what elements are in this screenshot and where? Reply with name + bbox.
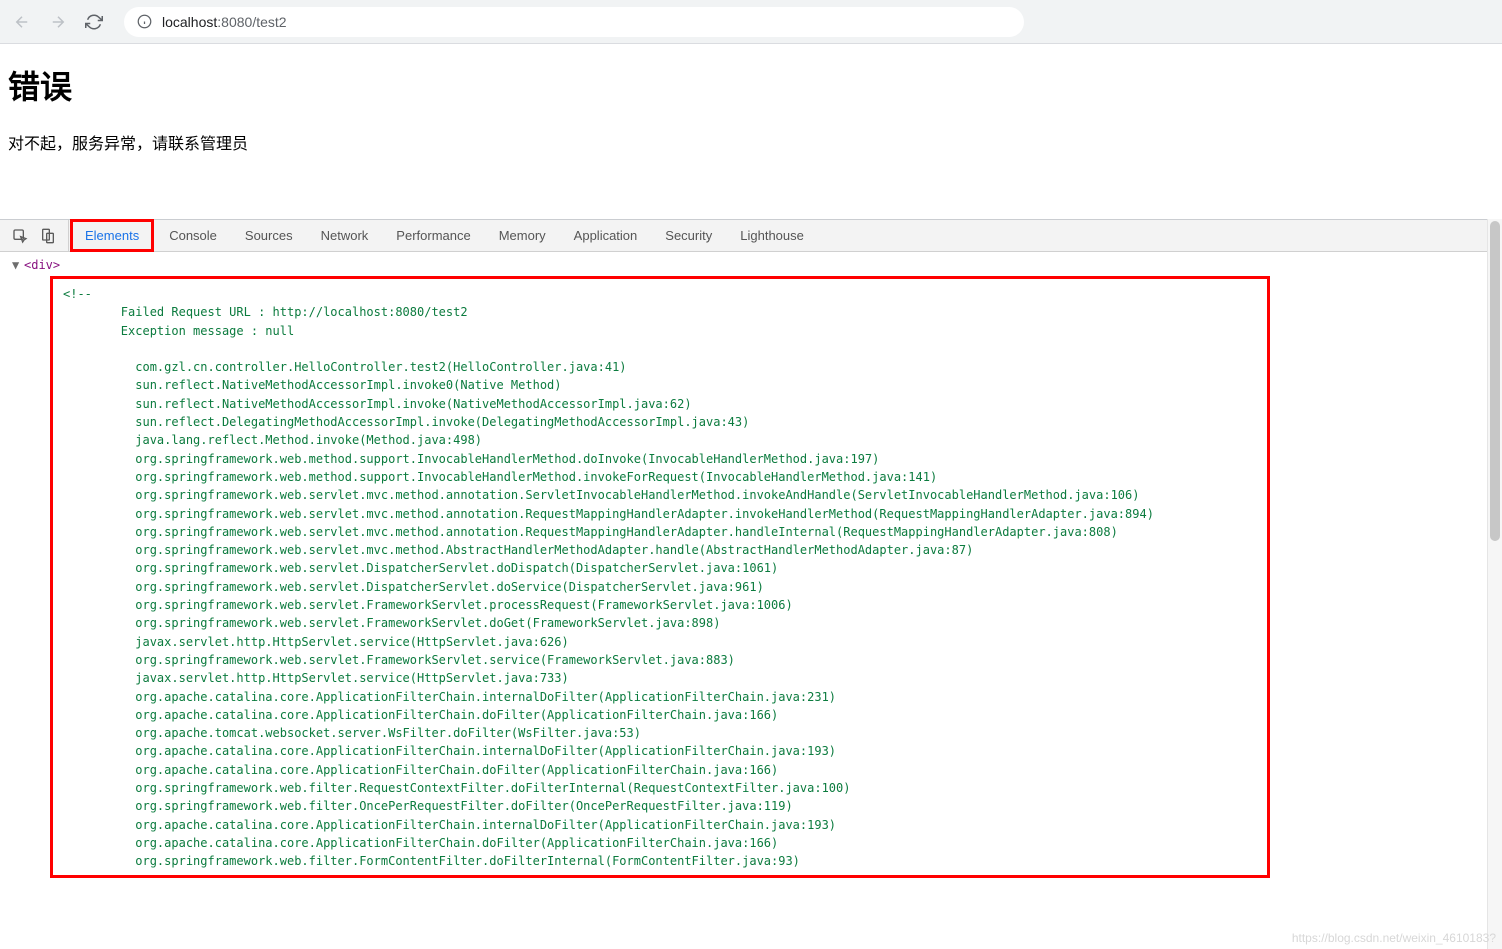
- tree-node-div[interactable]: ▼<div>: [12, 256, 1502, 274]
- inspect-icon[interactable]: [10, 226, 30, 246]
- page-body: 错误 对不起，服务异常，请联系管理员: [0, 44, 1502, 219]
- html-comment-content: <!-- Failed Request URL : http://localho…: [63, 285, 1257, 871]
- devtools-tab-network[interactable]: Network: [307, 220, 383, 251]
- arrow-right-icon: [49, 13, 67, 31]
- url-path: /test2: [252, 14, 286, 30]
- browser-toolbar: localhost:8080/test2: [0, 0, 1502, 44]
- forward-button[interactable]: [44, 8, 72, 36]
- scrollbar-thumb[interactable]: [1490, 221, 1500, 541]
- devtools-tab-performance[interactable]: Performance: [382, 220, 484, 251]
- url-port: :8080: [217, 14, 252, 30]
- caret-down-icon[interactable]: ▼: [12, 256, 22, 274]
- watermark-text: https://blog.csdn.net/weixin_4610183?: [1292, 931, 1496, 945]
- url-host: localhost: [162, 14, 217, 30]
- page-title: 错误: [8, 62, 1490, 108]
- devtools-tab-security[interactable]: Security: [651, 220, 726, 251]
- info-icon: [136, 14, 152, 30]
- devtools-tab-memory[interactable]: Memory: [485, 220, 560, 251]
- devtools-icon-group: [0, 220, 69, 251]
- devtools-panel: ElementsConsoleSourcesNetworkPerformance…: [0, 219, 1502, 949]
- highlighted-comment-block: <!-- Failed Request URL : http://localho…: [50, 276, 1270, 878]
- devtools-tab-console[interactable]: Console: [155, 220, 231, 251]
- error-message: 对不起，服务异常，请联系管理员: [8, 130, 1490, 154]
- back-button[interactable]: [8, 8, 36, 36]
- elements-panel[interactable]: ▼<div> <!-- Failed Request URL : http://…: [0, 252, 1502, 949]
- vertical-scrollbar[interactable]: [1487, 219, 1502, 949]
- url-text: localhost:8080/test2: [162, 14, 287, 30]
- devtools-tab-elements[interactable]: Elements: [71, 220, 153, 251]
- devtools-tab-application[interactable]: Application: [560, 220, 652, 251]
- arrow-left-icon: [13, 13, 31, 31]
- address-bar[interactable]: localhost:8080/test2: [124, 7, 1024, 37]
- devtools-tab-lighthouse[interactable]: Lighthouse: [726, 220, 818, 251]
- reload-icon: [85, 13, 103, 31]
- reload-button[interactable]: [80, 8, 108, 36]
- devtools-tablist: ElementsConsoleSourcesNetworkPerformance…: [0, 220, 1502, 252]
- device-toggle-icon[interactable]: [38, 226, 58, 246]
- devtools-tab-sources[interactable]: Sources: [231, 220, 307, 251]
